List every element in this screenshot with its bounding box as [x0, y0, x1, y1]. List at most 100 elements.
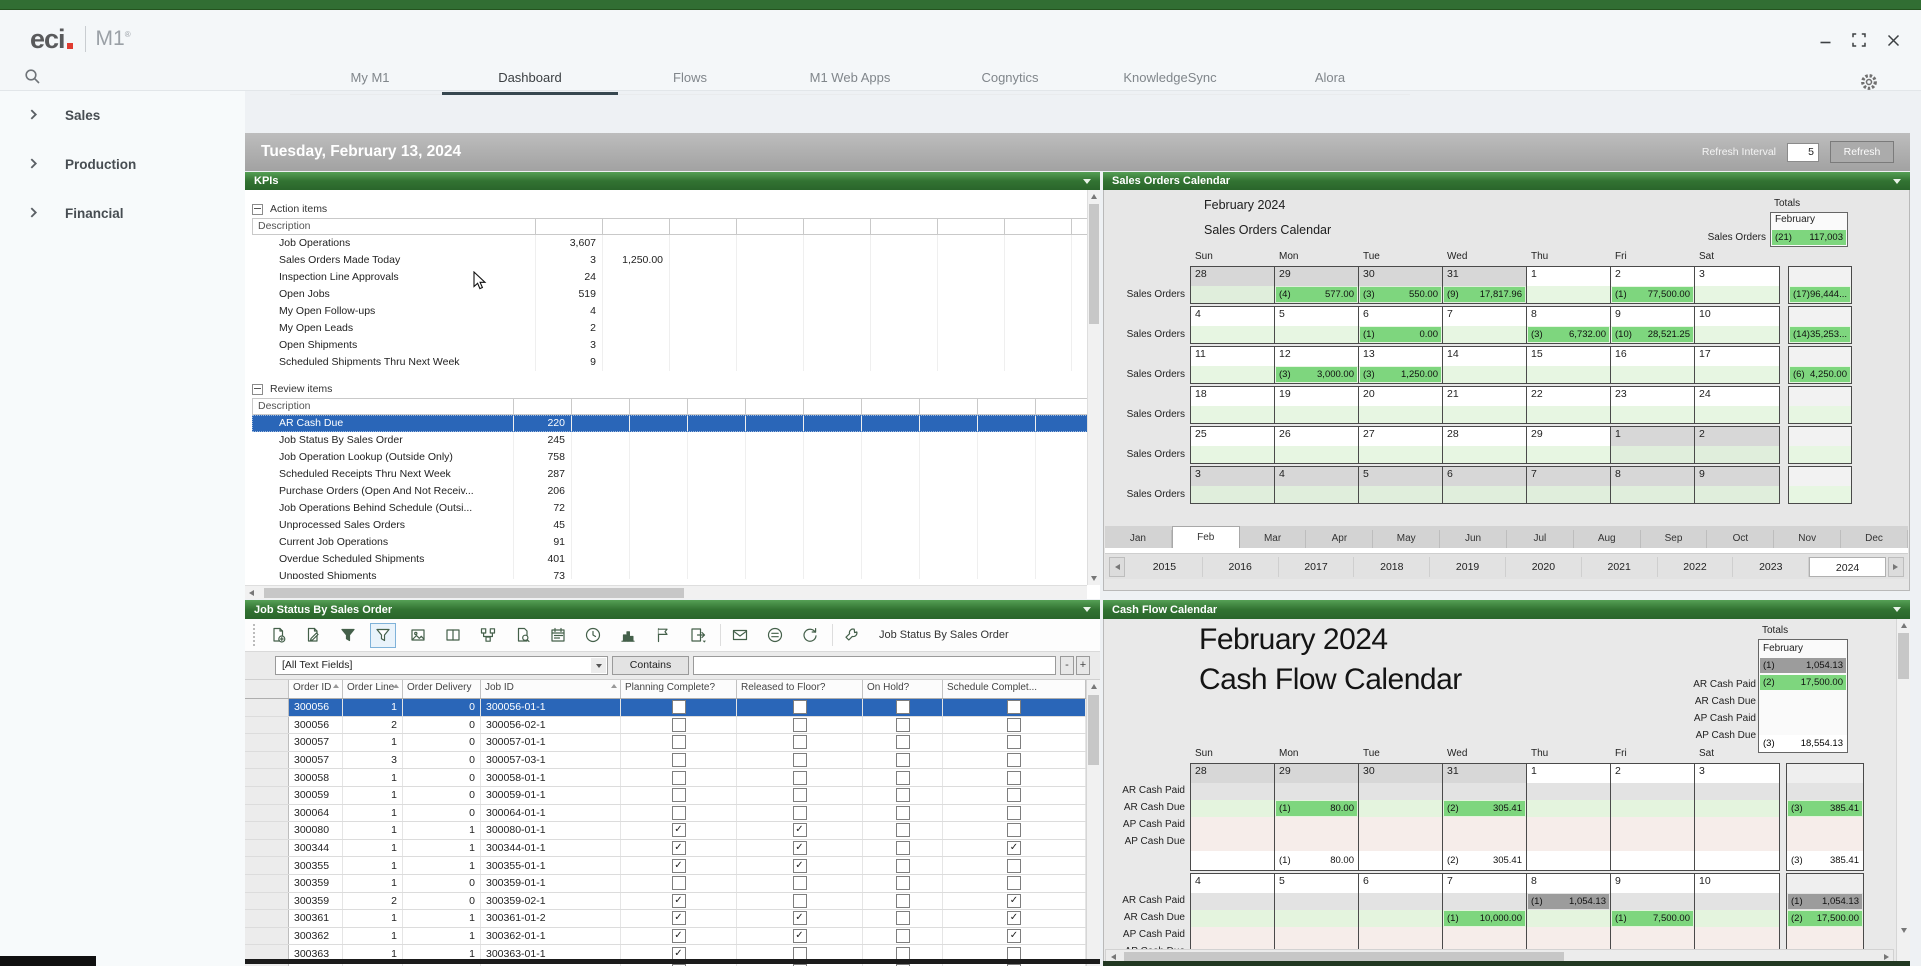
filter-filled-icon[interactable] [335, 623, 361, 648]
stripe-cell[interactable] [1191, 927, 1275, 944]
checkbox[interactable] [793, 894, 807, 908]
job-status-vertical-scrollbar[interactable] [1086, 680, 1100, 966]
stripe-cell[interactable] [1359, 817, 1443, 834]
scroll-left-icon[interactable] [1106, 951, 1120, 964]
checkbox[interactable] [896, 753, 910, 767]
month-tab-nov[interactable]: Nov [1774, 530, 1841, 548]
month-tab-oct[interactable]: Oct [1707, 530, 1774, 548]
checkbox[interactable]: ✓ [672, 911, 686, 925]
column-header-released-to-floor[interactable]: Released to Floor? [737, 680, 863, 698]
checkbox[interactable] [793, 806, 807, 820]
chevron-down-icon[interactable] [591, 658, 606, 673]
collapse-group-icon[interactable] [252, 204, 263, 215]
checkbox[interactable] [896, 700, 910, 714]
month-tab-jul[interactable]: Jul [1507, 530, 1574, 548]
day-number[interactable]: 6 [1359, 874, 1443, 893]
checkbox[interactable] [672, 806, 686, 820]
stripe-cell[interactable] [1527, 834, 1611, 851]
checkbox[interactable] [1007, 823, 1021, 837]
stripe-cell[interactable] [1611, 834, 1695, 851]
sidebar-item-financial[interactable]: Financial [0, 189, 245, 238]
scrollbar-thumb[interactable] [1898, 633, 1909, 679]
day-number[interactable]: 28 [1191, 764, 1275, 783]
checkbox[interactable]: ✓ [672, 859, 686, 873]
checkbox[interactable] [672, 771, 686, 785]
checkbox[interactable] [896, 806, 910, 820]
day-number[interactable]: 1 [1527, 764, 1611, 783]
split-columns-icon[interactable] [440, 623, 466, 648]
year-tab-2019[interactable]: 2019 [1430, 557, 1506, 577]
calendar-day-cell[interactable]: 26 [1275, 427, 1359, 463]
stripe-cell[interactable] [1611, 927, 1695, 944]
minimize-button[interactable] [1817, 32, 1833, 48]
calendar-day-cell[interactable]: 28 [1191, 267, 1275, 303]
calendar-day-cell[interactable]: 19 [1275, 387, 1359, 423]
year-tab-2022[interactable]: 2022 [1658, 557, 1734, 577]
kpi-row[interactable]: Open Jobs519 [252, 286, 1100, 303]
day-number[interactable]: 31 [1443, 764, 1527, 783]
scrollbar-thumb[interactable] [1088, 695, 1099, 765]
year-tab-2024[interactable]: 2024 [1809, 557, 1886, 577]
checkbox[interactable]: ✓ [1007, 894, 1021, 908]
collapse-caret-icon[interactable] [1893, 607, 1901, 612]
day-number[interactable]: 3 [1695, 764, 1779, 783]
calendar-icon[interactable] [545, 623, 571, 648]
scrollbar-thumb[interactable] [1089, 204, 1099, 324]
year-tab-2016[interactable]: 2016 [1203, 557, 1279, 577]
stripe-cell[interactable] [1191, 817, 1275, 834]
collapse-group-icon[interactable] [252, 384, 263, 395]
kpi-row[interactable]: My Open Leads2 [252, 320, 1100, 337]
year-tab-2017[interactable]: 2017 [1279, 557, 1355, 577]
scroll-up-icon[interactable] [1087, 680, 1100, 693]
checkbox[interactable] [793, 788, 807, 802]
stripe-cell[interactable] [1695, 800, 1779, 817]
checkbox[interactable] [896, 718, 910, 732]
year-tab-2023[interactable]: 2023 [1733, 557, 1809, 577]
scroll-up-icon[interactable] [1897, 619, 1910, 632]
table-row[interactable]: 30035910300359-01-1 [245, 875, 1086, 893]
stripe-cell[interactable] [1191, 834, 1275, 851]
sidebar-item-sales[interactable]: Sales [0, 91, 245, 140]
table-row[interactable]: 30036311300363-01-1✓ [245, 945, 1086, 963]
stripe-cell[interactable] [1275, 817, 1359, 834]
month-tab-aug[interactable]: Aug [1574, 530, 1641, 548]
day-number[interactable]: 9 [1611, 874, 1695, 893]
calendar-day-cell[interactable]: 9(10)28,521.25 [1611, 307, 1695, 343]
checkbox[interactable] [793, 876, 807, 890]
scroll-left-icon[interactable] [245, 586, 258, 599]
calendar-day-cell[interactable]: 5 [1275, 307, 1359, 343]
collapse-caret-icon[interactable] [1083, 607, 1091, 612]
calendar-day-cell[interactable]: 23 [1611, 387, 1695, 423]
calendar-day-cell[interactable]: 5 [1359, 467, 1443, 503]
calendar-day-cell[interactable]: 4 [1191, 307, 1275, 343]
calendar-day-cell[interactable]: 15 [1527, 347, 1611, 383]
kpis-horizontal-scrollbar[interactable] [245, 585, 1087, 599]
kpi-row[interactable]: AR Cash Due220 [252, 415, 1100, 432]
scroll-down-icon[interactable] [1897, 924, 1910, 937]
checkbox[interactable] [1007, 735, 1021, 749]
calendar-day-cell[interactable]: 10 [1695, 307, 1779, 343]
calendar-day-cell[interactable]: 9 [1695, 467, 1779, 503]
collapse-caret-icon[interactable] [1893, 179, 1901, 184]
filter-add-button[interactable]: + [1076, 656, 1090, 675]
stripe-cell[interactable] [1695, 927, 1779, 944]
kpi-row[interactable]: Job Status By Sales Order245 [252, 432, 1100, 449]
checkbox[interactable]: ✓ [793, 823, 807, 837]
month-tab-apr[interactable]: Apr [1306, 530, 1373, 548]
stripe-cell[interactable] [1275, 834, 1359, 851]
scroll-down-icon[interactable] [1088, 572, 1100, 585]
year-tab-2020[interactable]: 2020 [1506, 557, 1582, 577]
kpi-row[interactable]: Job Operations Behind Schedule (Outsi...… [252, 500, 1100, 517]
stripe-cell[interactable] [1443, 893, 1527, 910]
kpi-group-header[interactable]: Action items [245, 200, 1100, 218]
tab-knowledgesync[interactable]: KnowledgeSync [1090, 62, 1250, 94]
year-tab-2021[interactable]: 2021 [1582, 557, 1658, 577]
calendar-day-cell[interactable]: 24 [1695, 387, 1779, 423]
year-scroll-right-icon[interactable] [1888, 557, 1904, 577]
column-header-schedule-complet[interactable]: Schedule Complet... [943, 680, 1086, 698]
checkbox[interactable] [672, 735, 686, 749]
kpi-row[interactable]: Scheduled Receipts Thru Next Week287 [252, 466, 1100, 483]
checkbox[interactable] [1007, 806, 1021, 820]
scrollbar-thumb[interactable] [1124, 952, 1564, 962]
stripe-cell[interactable] [1191, 893, 1275, 910]
